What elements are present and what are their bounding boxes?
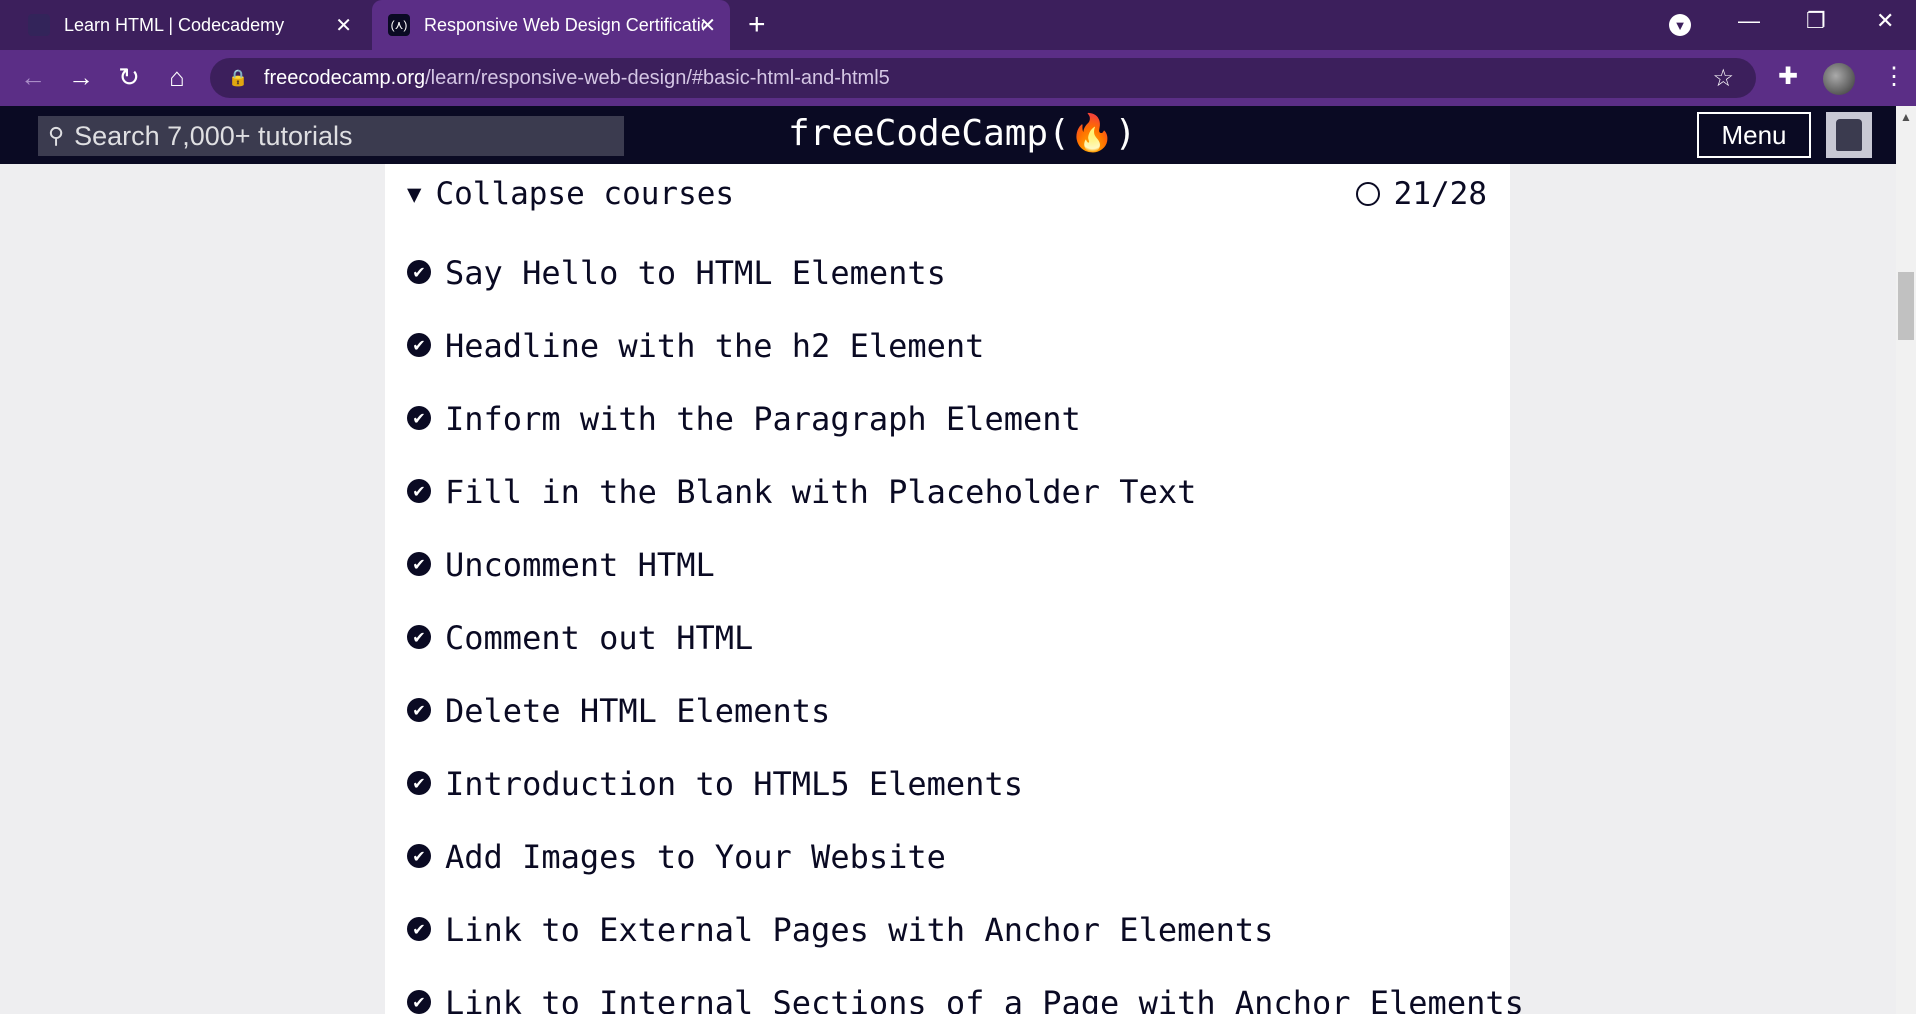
lesson-item[interactable]: ✔ Fill in the Blank with Placeholder Text bbox=[407, 473, 1507, 546]
completed-check-icon: ✔ bbox=[407, 698, 431, 722]
reload-icon[interactable]: ↻ bbox=[112, 62, 146, 93]
freecodecamp-logo[interactable]: freeCodeCamp(🔥) bbox=[788, 112, 1136, 154]
page-scrollbar[interactable]: ▲ bbox=[1896, 106, 1916, 1014]
minimize-button[interactable]: — bbox=[1738, 8, 1760, 34]
completed-check-icon: ✔ bbox=[407, 917, 431, 941]
browser-menu-icon[interactable]: ⋮ bbox=[1882, 62, 1906, 91]
scroll-up-arrow-icon[interactable]: ▲ bbox=[1896, 110, 1916, 124]
browser-profile-avatar[interactable] bbox=[1823, 63, 1855, 95]
browser-toolbar: ← → ↻ ⌂ 🔒 freecodecamp.org /learn/respon… bbox=[0, 50, 1916, 106]
lesson-item[interactable]: ✔ Link to Internal Sections of a Page wit… bbox=[407, 984, 1524, 1014]
progress-circle-icon bbox=[1355, 182, 1380, 206]
lesson-item[interactable]: ✔ Inform with the Paragraph Element bbox=[407, 400, 1507, 473]
tab-title: Responsive Web Design Certification bbox=[424, 14, 704, 35]
lesson-item[interactable]: ✔ Delete HTML Elements bbox=[407, 692, 1507, 765]
lesson-item[interactable]: ✔ Introduction to HTML5 Elements bbox=[407, 765, 1507, 838]
lesson-list: ✔ Say Hello to HTML Elements ✔ Headline wi… bbox=[407, 254, 1524, 1014]
url-host: freecodecamp.org bbox=[263, 66, 426, 89]
lesson-item[interactable]: ✔ Add Images to Your Website bbox=[407, 838, 1507, 911]
lesson-title: Delete HTML Elements bbox=[445, 692, 831, 730]
course-progress: 21/28 bbox=[1355, 172, 1487, 216]
close-tab-icon[interactable]: ✕ bbox=[699, 13, 716, 38]
completed-check-icon: ✔ bbox=[407, 552, 431, 576]
completed-check-icon: ✔ bbox=[407, 844, 431, 868]
restore-button[interactable]: ❐ bbox=[1806, 8, 1826, 34]
collapse-courses-toggle[interactable]: ▼ Collapse courses 21/28 bbox=[407, 172, 1487, 216]
menu-button[interactable]: Menu bbox=[1697, 112, 1811, 158]
lock-icon: 🔒 bbox=[228, 70, 248, 87]
lesson-item[interactable]: ✔ Say Hello to HTML Elements bbox=[407, 254, 1507, 327]
completed-check-icon: ✔ bbox=[407, 771, 431, 795]
tab-title: Learn HTML | Codecademy bbox=[64, 14, 285, 35]
tab-search-icon[interactable]: ▼ bbox=[1669, 14, 1691, 36]
home-icon[interactable]: ⌂ bbox=[160, 62, 194, 93]
lesson-title: Uncomment HTML bbox=[445, 546, 715, 584]
extensions-puzzle-icon[interactable]: ✚ bbox=[1778, 62, 1798, 91]
back-arrow-icon[interactable]: ← bbox=[16, 62, 50, 93]
lesson-item[interactable]: ✔ Headline with the h2 Element bbox=[407, 327, 1507, 400]
lesson-title: Headline with the h2 Element bbox=[445, 327, 985, 365]
lesson-title: Link to Internal Sections of a Page with… bbox=[445, 984, 1524, 1014]
bookmark-star-icon[interactable]: ☆ bbox=[1712, 64, 1734, 93]
browser-tabstrip: Learn HTML | Codecademy ✕ (⋏) Responsive… bbox=[0, 0, 1916, 50]
course-panel: ▼ Collapse courses 21/28 ✔ Say Hello to H… bbox=[385, 164, 1524, 1014]
lesson-title: Fill in the Blank with Placeholder Text bbox=[445, 473, 1197, 511]
completed-check-icon: ✔ bbox=[407, 260, 431, 284]
lesson-item[interactable]: ✔ Link to External Pages with Anchor Elem… bbox=[407, 911, 1507, 984]
collapse-triangle-icon: ▼ bbox=[407, 180, 422, 208]
completed-check-icon: ✔ bbox=[407, 479, 431, 503]
lesson-title: Add Images to Your Website bbox=[445, 838, 946, 876]
lesson-title: Link to External Pages with Anchor Eleme… bbox=[445, 911, 1274, 949]
collapse-label: Collapse courses bbox=[435, 176, 735, 212]
user-avatar[interactable] bbox=[1826, 112, 1872, 158]
freecodecamp-favicon-icon: (⋏) bbox=[388, 14, 410, 36]
search-icon: ⚲ bbox=[48, 123, 65, 148]
lesson-title: Comment out HTML bbox=[445, 619, 754, 657]
lesson-item[interactable]: ✔ Comment out HTML bbox=[407, 619, 1507, 692]
lesson-title: Introduction to HTML5 Elements bbox=[445, 765, 1023, 803]
lesson-title: Say Hello to HTML Elements bbox=[445, 254, 946, 292]
browser-tab-freecodecamp[interactable]: (⋏) Responsive Web Design Certification … bbox=[372, 0, 730, 50]
completed-check-icon: ✔ bbox=[407, 625, 431, 649]
lesson-item[interactable]: ✔ Uncomment HTML bbox=[407, 546, 1507, 619]
completed-check-icon: ✔ bbox=[407, 406, 431, 430]
close-window-button[interactable]: ✕ bbox=[1876, 8, 1894, 34]
search-placeholder: Search 7,000+ tutorials bbox=[74, 120, 353, 151]
progress-count: 21/28 bbox=[1393, 176, 1487, 212]
completed-check-icon: ✔ bbox=[407, 333, 431, 357]
fcc-navbar: ⚲ Search 7,000+ tutorials freeCodeCamp(🔥… bbox=[0, 106, 1896, 164]
scroll-thumb[interactable] bbox=[1898, 272, 1914, 340]
forward-arrow-icon[interactable]: → bbox=[64, 62, 98, 93]
completed-check-icon: ✔ bbox=[407, 990, 431, 1014]
url-path: /learn/responsive-web-design/#basic-html… bbox=[425, 66, 890, 89]
close-tab-icon[interactable]: ✕ bbox=[335, 13, 352, 38]
avatar-silhouette-icon bbox=[1836, 119, 1862, 151]
address-bar[interactable]: 🔒 freecodecamp.org /learn/responsive-web… bbox=[210, 58, 1756, 98]
search-input[interactable]: ⚲ Search 7,000+ tutorials bbox=[38, 116, 624, 156]
lesson-title: Inform with the Paragraph Element bbox=[445, 400, 1081, 438]
new-tab-button[interactable]: + bbox=[748, 8, 766, 42]
browser-tab-codecademy[interactable]: Learn HTML | Codecademy ✕ bbox=[28, 0, 366, 50]
codecademy-favicon-icon bbox=[28, 14, 50, 36]
